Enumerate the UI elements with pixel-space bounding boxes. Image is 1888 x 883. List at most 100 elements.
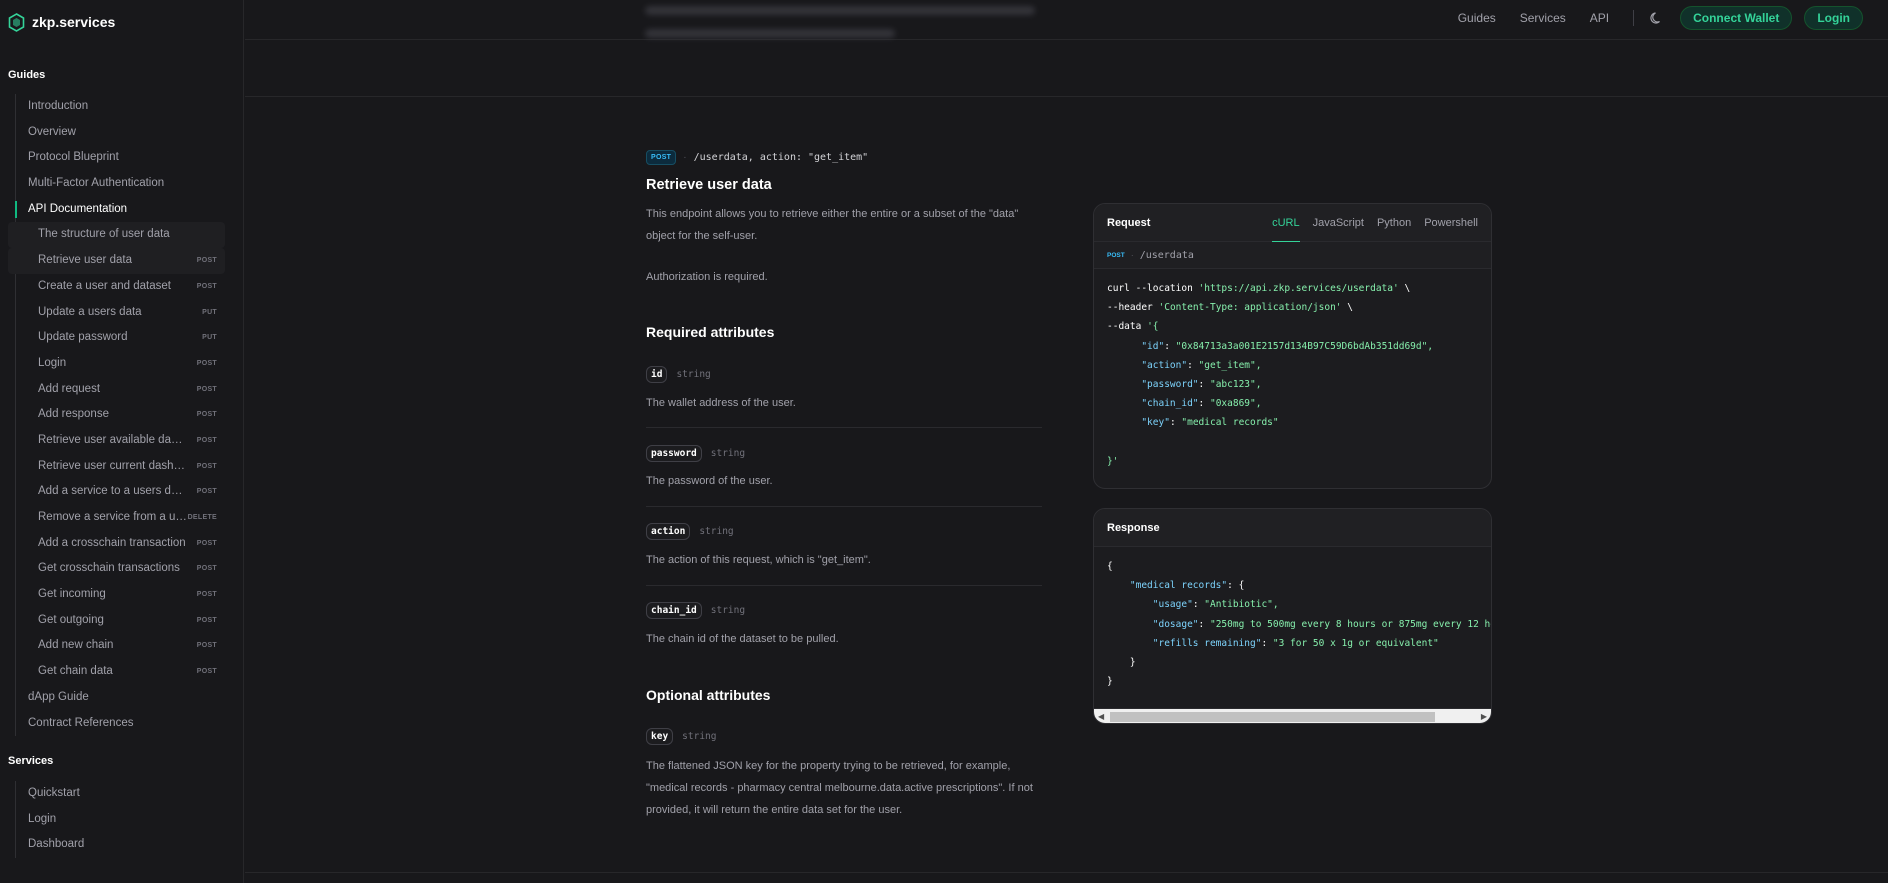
- brand-link[interactable]: zkp.services: [8, 12, 115, 32]
- code-token: {: [1238, 580, 1245, 592]
- method-tag: PUT: [202, 334, 217, 342]
- attr-name: password: [646, 445, 702, 462]
- sub-item-add-service[interactable]: Add a service to a users dash... POST: [16, 479, 225, 505]
- attr-description: The flattened JSON key for the property …: [646, 760, 1033, 816]
- tab-powershell[interactable]: Powershell: [1424, 204, 1478, 242]
- scroll-right-icon[interactable]: ▶: [1481, 712, 1487, 721]
- method-tag: POST: [196, 591, 217, 599]
- nav-item-dapp-guide[interactable]: dApp Guide: [16, 685, 225, 711]
- top-nav-divider: [1633, 10, 1635, 26]
- endpoint-row: POST · /userdata, action: "get_item": [646, 150, 868, 165]
- sub-item-label: Add request: [38, 382, 101, 395]
- code-token: curl --location: [1107, 283, 1193, 294]
- attr-type: string: [699, 526, 734, 537]
- moon-icon[interactable]: [1650, 11, 1664, 25]
- code-token: "get_item",: [1198, 359, 1262, 371]
- sub-item-update-password[interactable]: Update password PUT: [16, 325, 225, 351]
- method-tag: DELETE: [187, 514, 217, 521]
- attr-action: action string: [646, 523, 734, 540]
- sub-item-label: Create a user and dataset: [38, 279, 171, 292]
- nav-item-mfa[interactable]: Multi-Factor Authentication: [16, 171, 225, 197]
- method-tag: POST: [196, 436, 217, 444]
- sub-item-remove-service[interactable]: Remove a service from a us... DELETE: [16, 505, 225, 531]
- sub-item-get-chain-data[interactable]: Get chain data POST: [16, 659, 225, 685]
- method-tag: POST: [196, 411, 217, 419]
- sub-item-add-crosschain[interactable]: Add a crosschain transaction POST: [16, 531, 225, 557]
- code-token: "abc123",: [1209, 379, 1262, 391]
- attr-name: chain_id: [646, 602, 702, 619]
- sub-item-label: Update a users data: [38, 305, 142, 318]
- request-panel: Request cURL JavaScript Python Powershel…: [1093, 203, 1492, 489]
- nav-item-protocol-blueprint[interactable]: Protocol Blueprint: [16, 145, 225, 171]
- request-path: /userdata: [1139, 249, 1194, 261]
- tab-python[interactable]: Python: [1377, 204, 1411, 242]
- code-token: 'https://api.zkp.services/userdata': [1198, 283, 1399, 294]
- attr-type: string: [710, 448, 746, 459]
- request-panel-title: Request: [1107, 216, 1151, 229]
- sub-item-label: Update password: [38, 331, 128, 344]
- sidebar: zkp.services Guides Introduction Overvie…: [0, 0, 244, 883]
- nav-item-contract-references[interactable]: Contract References: [16, 711, 225, 737]
- attr-name: id: [646, 366, 668, 383]
- sub-item-get-crosschain[interactable]: Get crosschain transactions POST: [16, 556, 225, 582]
- code-token: "refills remaining": [1152, 637, 1262, 649]
- login-button[interactable]: Login: [1804, 6, 1863, 30]
- tab-curl[interactable]: cURL: [1272, 204, 1300, 242]
- code-token: --header: [1107, 302, 1153, 314]
- sub-item-available-dashboards[interactable]: Retrieve user available dashb... POST: [16, 428, 225, 454]
- code-token: "3 for 50 x 1g or equivalent": [1272, 637, 1439, 649]
- sub-item-get-incoming[interactable]: Get incoming POST: [16, 582, 225, 608]
- nav-item-overview[interactable]: Overview: [16, 120, 225, 146]
- scroll-left-icon[interactable]: ◀: [1098, 712, 1104, 721]
- nav-heading-guides: Guides: [8, 69, 46, 81]
- method-tag: POST: [196, 488, 217, 496]
- attr-chain-id: chain_id string: [646, 602, 745, 619]
- code-token: "medical records": [1181, 417, 1279, 429]
- response-code[interactable]: { "medical records": { "usage": "Antibio…: [1094, 547, 1491, 708]
- sub-item-add-request[interactable]: Add request POST: [16, 377, 225, 403]
- sub-item-retrieve-user-data[interactable]: Retrieve user data POST: [8, 248, 225, 274]
- separator: ·: [1130, 250, 1134, 260]
- sub-item-add-response[interactable]: Add response POST: [16, 402, 225, 428]
- top-nav: Guides Services API Connect Wallet Login: [1458, 0, 1888, 36]
- response-panel-header: Response: [1094, 509, 1491, 547]
- sub-item-login[interactable]: Login POST: [16, 351, 225, 377]
- sub-item-create-user[interactable]: Create a user and dataset POST: [16, 274, 225, 300]
- attr-name: key: [646, 728, 674, 745]
- scrollbar-thumb[interactable]: [1110, 712, 1435, 722]
- footer-divider: [245, 872, 1888, 873]
- nav-group-guides: Introduction Overview Protocol Blueprint…: [8, 94, 225, 737]
- sub-item-get-outgoing[interactable]: Get outgoing POST: [16, 608, 225, 634]
- method-tag: POST: [196, 565, 217, 573]
- nav-item-services-login[interactable]: Login: [16, 807, 225, 833]
- sub-item-label: Add response: [38, 408, 109, 421]
- sub-item-update-user-data[interactable]: Update a users data PUT: [16, 300, 225, 326]
- code-token: "chain_id": [1141, 398, 1199, 410]
- sub-item-add-new-chain[interactable]: Add new chain POST: [16, 633, 225, 659]
- code-token: "key": [1141, 417, 1170, 429]
- tab-javascript[interactable]: JavaScript: [1313, 204, 1364, 242]
- code-token: '{: [1147, 321, 1159, 333]
- top-bar: Guides Services API Connect Wallet Login: [245, 0, 1888, 40]
- top-nav-guides[interactable]: Guides: [1458, 11, 1496, 25]
- sub-item-label: The structure of user data: [38, 228, 170, 241]
- response-panel-title: Response: [1107, 521, 1160, 534]
- attr-name: action: [646, 523, 691, 540]
- top-nav-api[interactable]: API: [1590, 11, 1609, 25]
- nav-item-introduction[interactable]: Introduction: [16, 94, 225, 120]
- connect-wallet-button[interactable]: Connect Wallet: [1680, 6, 1793, 30]
- attr-divider: [646, 427, 1042, 428]
- mini-method-badge: POST: [1107, 251, 1125, 259]
- nav-item-dashboard[interactable]: Dashboard: [16, 832, 225, 858]
- method-tag: POST: [196, 539, 217, 547]
- top-nav-services[interactable]: Services: [1520, 11, 1566, 25]
- sub-item-current-dashboards[interactable]: Retrieve user current dashbo... POST: [16, 454, 225, 480]
- horizontal-scrollbar[interactable]: ◀ ▶: [1094, 708, 1491, 723]
- sub-item-user-data-structure[interactable]: The structure of user data: [8, 222, 225, 249]
- method-tag: POST: [196, 282, 217, 290]
- code-token: "dosage": [1152, 618, 1199, 630]
- brand-name: zkp.services: [32, 14, 116, 30]
- nav-item-api-documentation[interactable]: API Documentation: [15, 197, 225, 223]
- nav-item-quickstart[interactable]: Quickstart: [16, 781, 225, 807]
- nav-group-services: Quickstart Login Dashboard: [15, 781, 225, 859]
